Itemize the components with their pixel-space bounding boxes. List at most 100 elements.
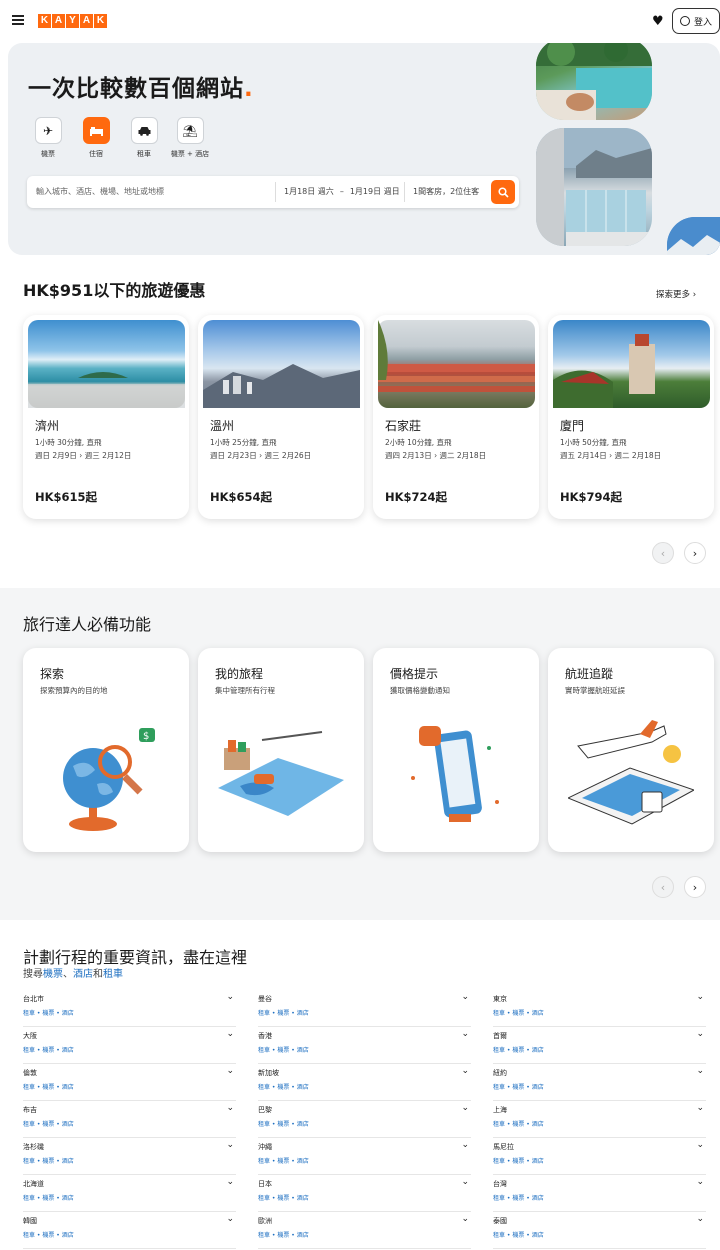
destination-links[interactable]: 租車 • 機票 • 酒店: [258, 1045, 309, 1054]
destination-links[interactable]: 租車 • 機票 • 酒店: [23, 1193, 74, 1202]
deal-card-shijiazhuang[interactable]: 石家莊 2小時 10分鐘, 直飛 週四 2月13日 › 週二 2月18日 HK$…: [373, 315, 539, 519]
chevron-down-icon[interactable]: ⌄: [226, 1103, 234, 1113]
chevron-down-icon[interactable]: ⌄: [461, 1029, 469, 1039]
chevron-down-icon[interactable]: ⌄: [696, 1214, 704, 1224]
hotels-link[interactable]: 酒店: [73, 969, 93, 980]
destination-input[interactable]: 輸入城市、酒店、機場、地址或地標: [27, 182, 276, 202]
destination-links[interactable]: 租車 • 機票 • 酒店: [258, 1193, 309, 1202]
destination-item[interactable]: 泰國 租車 • 機票 • 酒店 ⌄: [493, 1212, 706, 1249]
destination-item[interactable]: 台北市 租車 • 機票 • 酒店 ⌄: [23, 990, 236, 1027]
chevron-down-icon[interactable]: ⌄: [696, 992, 704, 1002]
destination-links[interactable]: 租車 • 機票 • 酒店: [493, 1008, 544, 1017]
destination-item[interactable]: 東京 租車 • 機票 • 酒店 ⌄: [493, 990, 706, 1027]
feature-card-flight-tracker[interactable]: 航班追蹤 實時掌握航班延誤: [548, 648, 714, 852]
destination-item[interactable]: 歐洲 租車 • 機票 • 酒店 ⌄: [258, 1212, 471, 1249]
destination-item[interactable]: 台灣 租車 • 機票 • 酒店 ⌄: [493, 1175, 706, 1212]
destination-links[interactable]: 租車 • 機票 • 酒店: [23, 1045, 74, 1054]
vertical-stays[interactable]: 住宿: [72, 117, 120, 159]
destination-item[interactable]: 韓國 租車 • 機票 • 酒店 ⌄: [23, 1212, 236, 1249]
heart-icon[interactable]: ♥: [652, 14, 664, 29]
map-illustration: [218, 731, 344, 816]
destination-links[interactable]: 租車 • 機票 • 酒店: [23, 1008, 74, 1017]
deals-prev-button[interactable]: ‹: [652, 542, 674, 564]
chevron-down-icon[interactable]: ⌄: [461, 1140, 469, 1150]
chevron-down-icon[interactable]: ⌄: [226, 1214, 234, 1224]
destination-links[interactable]: 租車 • 機票 • 酒店: [493, 1119, 544, 1128]
checkout-date[interactable]: 1月19日 週日: [350, 182, 400, 202]
chevron-down-icon[interactable]: ⌄: [226, 992, 234, 1002]
vertical-packages[interactable]: ⛱ 機票 + 酒店: [166, 117, 214, 159]
search-button[interactable]: [491, 180, 515, 204]
destination-item[interactable]: 大阪 租車 • 機票 • 酒店 ⌄: [23, 1027, 236, 1064]
destination-links[interactable]: 租車 • 機票 • 酒店: [23, 1156, 74, 1165]
login-button[interactable]: 登入: [672, 8, 720, 34]
deal-city: 溫州: [210, 419, 235, 433]
checkin-date[interactable]: 1月18日 週六: [284, 182, 334, 202]
destination-links[interactable]: 租車 • 機票 • 酒店: [493, 1082, 544, 1091]
vertical-flights[interactable]: ✈ 機票: [24, 117, 72, 159]
destination-links[interactable]: 租車 • 機票 • 酒店: [258, 1156, 309, 1165]
chevron-down-icon[interactable]: ⌄: [696, 1029, 704, 1039]
destination-item[interactable]: 紐約 租車 • 機票 • 酒店 ⌄: [493, 1064, 706, 1101]
chevron-down-icon[interactable]: ⌄: [461, 1066, 469, 1076]
destination-item[interactable]: 香港 租車 • 機票 • 酒店 ⌄: [258, 1027, 471, 1064]
destination-item[interactable]: 馬尼拉 租車 • 機票 • 酒店 ⌄: [493, 1138, 706, 1175]
chevron-down-icon[interactable]: ⌄: [226, 1177, 234, 1187]
kayak-logo[interactable]: KAYAK: [38, 14, 107, 28]
destination-links[interactable]: 租車 • 機票 • 酒店: [493, 1045, 544, 1054]
destination-links[interactable]: 租車 • 機票 • 酒店: [23, 1119, 74, 1128]
destination-links[interactable]: 租車 • 機票 • 酒店: [258, 1082, 309, 1091]
chevron-down-icon[interactable]: ⌄: [696, 1177, 704, 1187]
feature-card-explore[interactable]: 探索 探索預算內的目的地 $: [23, 648, 189, 852]
deal-dates: 週日 2月23日 › 週三 2月26日: [210, 451, 312, 460]
feature-card-price-alerts[interactable]: 價格提示 獲取價格變動通知: [373, 648, 539, 852]
explore-more-link[interactable]: 探索更多 ›: [656, 288, 696, 300]
features-next-button[interactable]: ›: [684, 876, 706, 898]
chevron-down-icon[interactable]: ⌄: [461, 992, 469, 1002]
search-bar: 輸入城市、酒店、機場、地址或地標 1月18日 週六 – 1月19日 週日 1間客…: [27, 176, 519, 208]
destination-links[interactable]: 租車 • 機票 • 酒店: [493, 1156, 544, 1165]
destination-item[interactable]: 巴黎 租車 • 機票 • 酒店 ⌄: [258, 1101, 471, 1138]
vertical-cars[interactable]: 租車: [120, 117, 168, 159]
destination-links[interactable]: 租車 • 機票 • 酒店: [258, 1119, 309, 1128]
destination-item[interactable]: 沖繩 租車 • 機票 • 酒店 ⌄: [258, 1138, 471, 1175]
chevron-down-icon[interactable]: ⌄: [461, 1214, 469, 1224]
deal-price: HK$724起: [385, 490, 448, 504]
destination-links[interactable]: 租車 • 機票 • 酒店: [493, 1230, 544, 1239]
flights-link[interactable]: 機票: [43, 969, 63, 980]
date-picker[interactable]: 1月18日 週六 – 1月19日 週日: [276, 182, 405, 202]
destination-item[interactable]: 洛杉磯 租車 • 機票 • 酒店 ⌄: [23, 1138, 236, 1175]
cars-link[interactable]: 租車: [103, 969, 123, 980]
destination-links[interactable]: 租車 • 機票 • 酒店: [258, 1230, 309, 1239]
chevron-down-icon[interactable]: ⌄: [461, 1103, 469, 1113]
chevron-down-icon[interactable]: ⌄: [461, 1177, 469, 1187]
hamburger-menu-icon[interactable]: [12, 15, 24, 25]
destination-links[interactable]: 租車 • 機票 • 酒店: [493, 1193, 544, 1202]
deal-card-jeju[interactable]: 濟州 1小時 30分鐘, 直飛 週日 2月9日 › 週三 2月12日 HK$61…: [23, 315, 189, 519]
destination-links[interactable]: 租車 • 機票 • 酒店: [258, 1008, 309, 1017]
feature-card-trips[interactable]: 我的旅程 集中管理所有行程: [198, 648, 364, 852]
deals-next-button[interactable]: ›: [684, 542, 706, 564]
destination-name: 曼谷: [258, 995, 272, 1003]
deal-card-xiamen[interactable]: 廈門 1小時 50分鐘, 直飛 週五 2月14日 › 週二 2月18日 HK$7…: [548, 315, 714, 519]
destination-links[interactable]: 租車 • 機票 • 酒店: [23, 1230, 74, 1239]
features-prev-button[interactable]: ‹: [652, 876, 674, 898]
destination-item[interactable]: 上海 租車 • 機票 • 酒店 ⌄: [493, 1101, 706, 1138]
chevron-down-icon[interactable]: ⌄: [696, 1103, 704, 1113]
destination-item[interactable]: 北海道 租車 • 機票 • 酒店 ⌄: [23, 1175, 236, 1212]
guests-selector[interactable]: 1間客房，2位住客: [405, 182, 490, 202]
deal-card-wenzhou[interactable]: 溫州 1小時 25分鐘, 直飛 週日 2月23日 › 週三 2月26日 HK$6…: [198, 315, 364, 519]
destination-item[interactable]: 倫敦 租車 • 機票 • 酒店 ⌄: [23, 1064, 236, 1101]
chevron-down-icon[interactable]: ⌄: [226, 1066, 234, 1076]
destination-item[interactable]: 新加坡 租車 • 機票 • 酒店 ⌄: [258, 1064, 471, 1101]
destination-item[interactable]: 日本 租車 • 機票 • 酒店 ⌄: [258, 1175, 471, 1212]
chevron-down-icon[interactable]: ⌄: [696, 1140, 704, 1150]
chevron-down-icon[interactable]: ⌄: [226, 1029, 234, 1039]
chevron-down-icon[interactable]: ⌄: [226, 1140, 234, 1150]
destination-item[interactable]: 曼谷租車 • 機票 • 酒店 ⌄: [258, 990, 471, 1027]
chevron-left-icon: ‹: [660, 546, 666, 560]
destination-links[interactable]: 租車 • 機票 • 酒店: [23, 1082, 74, 1091]
chevron-down-icon[interactable]: ⌄: [696, 1066, 704, 1076]
destination-item[interactable]: 首爾 租車 • 機票 • 酒店 ⌄: [493, 1027, 706, 1064]
destination-item[interactable]: 布吉 租車 • 機票 • 酒店 ⌄: [23, 1101, 236, 1138]
